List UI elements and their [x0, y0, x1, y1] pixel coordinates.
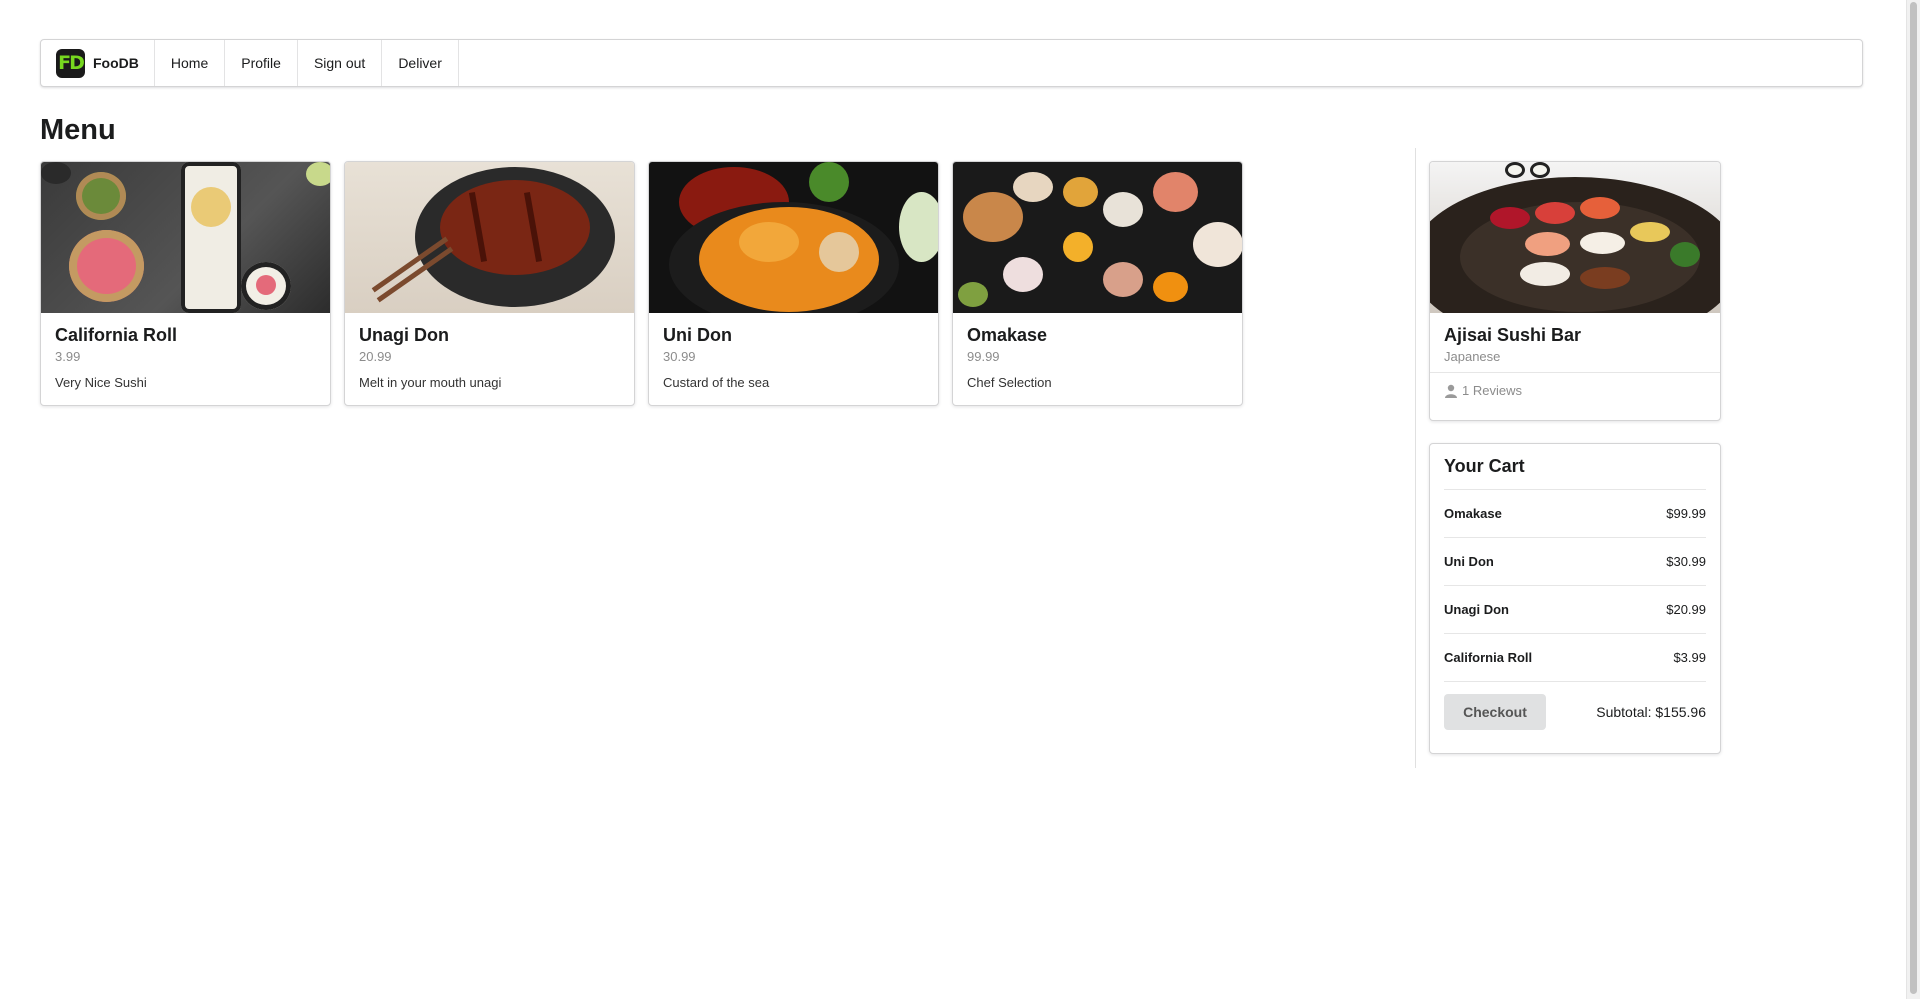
menu-item-name: Omakase	[967, 325, 1048, 345]
unagi-don-photo	[345, 162, 634, 313]
checkout-button[interactable]: Checkout	[1444, 694, 1546, 730]
menu-item-description: Chef Selection	[967, 375, 1052, 390]
restaurant-name: Ajisai Sushi Bar	[1444, 325, 1582, 345]
menu-item-price: 99.99	[967, 349, 1000, 364]
brand-label: FooDB	[93, 55, 139, 71]
rail-divider	[1415, 148, 1416, 768]
menu-card-omakase[interactable]: Omakase 99.99 Chef Selection	[952, 161, 1243, 406]
cart-item-name: Omakase	[1444, 506, 1502, 521]
cart-item-price: $30.99	[1666, 554, 1706, 569]
california-roll-photo	[41, 162, 330, 313]
scrollbar-thumb[interactable]	[1910, 2, 1917, 994]
menu-card-unagi-don[interactable]: Unagi Don 20.99 Melt in your mouth unagi	[344, 161, 635, 406]
nav-deliver[interactable]: Deliver	[382, 40, 459, 86]
restaurant-sushi-photo	[1430, 162, 1720, 313]
nav-home[interactable]: Home	[155, 40, 226, 86]
menu-item-name: Unagi Don	[359, 325, 449, 345]
cart-item: California Roll $3.99	[1444, 634, 1706, 682]
cart-item-price: $3.99	[1673, 650, 1706, 665]
menu-item-name: Uni Don	[663, 325, 732, 345]
cart-item: Omakase $99.99	[1444, 490, 1706, 538]
cart-footer: Checkout Subtotal: $155.96	[1444, 682, 1706, 742]
cart-item-name: Unagi Don	[1444, 602, 1509, 617]
menu-item-description: Custard of the sea	[663, 375, 770, 390]
cart-item-name: Uni Don	[1444, 554, 1494, 569]
user-icon	[1445, 384, 1457, 398]
cart-item-price: $99.99	[1666, 506, 1706, 521]
cart-panel: Your Cart Omakase $99.99 Uni Don $30.99 …	[1429, 443, 1721, 754]
uni-don-photo	[649, 162, 938, 313]
menu-item-name: California Roll	[55, 325, 178, 345]
vertical-scrollbar[interactable]	[1906, 0, 1920, 999]
cart-subtotal: Subtotal: $155.96	[1596, 704, 1706, 720]
restaurant-card[interactable]: Ajisai Sushi Bar Japanese 1 Reviews	[1429, 161, 1721, 421]
cart-item: Uni Don $30.99	[1444, 538, 1706, 586]
reviews-count: 1 Reviews	[1462, 383, 1522, 398]
menu-card-uni-don[interactable]: Uni Don 30.99 Custard of the sea	[648, 161, 939, 406]
menu-item-description: Very Nice Sushi	[55, 375, 147, 390]
omakase-photo	[953, 162, 1242, 313]
nav-sign-out[interactable]: Sign out	[298, 40, 383, 86]
menu-item-description: Melt in your mouth unagi	[359, 375, 502, 390]
menu-item-price: 30.99	[663, 349, 696, 364]
foodb-logo: FD	[56, 48, 85, 78]
brand-link[interactable]: FD FooDB	[41, 40, 155, 86]
page-title: Menu	[40, 114, 116, 146]
cart-title: Your Cart	[1444, 444, 1706, 490]
cart-item-name: California Roll	[1444, 650, 1533, 665]
nav-profile[interactable]: Profile	[225, 40, 298, 86]
menu-item-price: 20.99	[359, 349, 392, 364]
top-nav: FD FooDB Home Profile Sign out Deliver	[40, 39, 1863, 87]
menu-card-california-roll[interactable]: California Roll 3.99 Very Nice Sushi	[40, 161, 331, 406]
menu-grid: California Roll 3.99 Very Nice Sushi Una…	[40, 161, 1243, 406]
menu-item-price: 3.99	[55, 349, 81, 364]
cart-item: Unagi Don $20.99	[1444, 586, 1706, 634]
restaurant-cuisine: Japanese	[1444, 349, 1501, 364]
restaurant-reviews: 1 Reviews	[1430, 372, 1720, 408]
cart-item-price: $20.99	[1666, 602, 1706, 617]
